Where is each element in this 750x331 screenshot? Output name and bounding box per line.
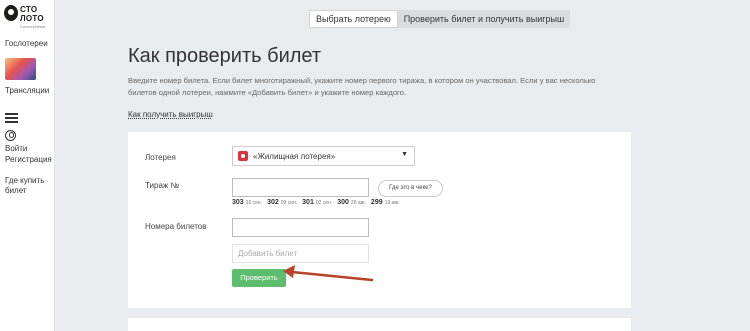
hamburger-menu-icon[interactable] — [5, 113, 18, 123]
register-link[interactable]: Регистрация — [5, 155, 52, 165]
secondary-card — [128, 318, 631, 331]
draw-label: Тираж № — [145, 181, 180, 190]
page-intro: Введите номер билета. Если билет многоти… — [128, 76, 596, 97]
lottery-label: Лотерея — [145, 153, 176, 162]
recent-draw-item[interactable]: 300 26 авг. — [337, 199, 366, 206]
sidebar: СТО ЛОТО Гослотерейный Гослотереи Трансл… — [0, 0, 55, 331]
logo-text-line2: ЛОТО — [20, 14, 44, 23]
logo-subtitle: Гослотерейный — [20, 25, 46, 29]
ticket-number-input[interactable] — [232, 218, 369, 237]
pointer-arrow-icon — [283, 265, 374, 282]
draw-number-input[interactable] — [232, 178, 369, 197]
broadcast-thumbnail[interactable] — [5, 58, 36, 80]
recent-draws: 303 16 сен. 302 09 сен. 301 02 сен. 300 26 а… — [232, 199, 400, 206]
where-to-buy-link[interactable]: Где купить — [5, 176, 44, 186]
recent-draw-item[interactable]: 301 02 сен. — [302, 199, 332, 206]
tab-check-ticket[interactable]: Проверить билет и получить выигрыш — [398, 10, 571, 28]
recent-draw-item[interactable]: 299 19 авг. — [371, 199, 400, 206]
housing-lottery-icon — [238, 151, 248, 161]
recent-draw-item[interactable]: 303 16 сен. — [232, 199, 262, 206]
logo-badge-icon — [4, 5, 18, 21]
add-ticket-input[interactable] — [232, 244, 369, 263]
ticket-numbers-label: Номера билетов — [145, 222, 207, 231]
lottery-select-value: «Жилищная лотерея» — [253, 152, 336, 161]
check-ticket-form: Лотерея «Жилищная лотерея» ▼ Тираж № Где… — [128, 132, 631, 308]
logo-text-line1: СТО — [20, 5, 38, 14]
sidebar-item-gosloterei[interactable]: Гослотереи — [5, 39, 48, 49]
how-to-get-winnings-link[interactable]: Как получить выигрыш — [128, 110, 213, 119]
chevron-down-icon: ▼ — [401, 151, 408, 158]
user-icon[interactable] — [5, 130, 16, 141]
login-link[interactable]: Войти — [5, 144, 27, 154]
recent-draw-item[interactable]: 302 09 сен. — [267, 199, 297, 206]
stoloto-logo[interactable]: СТО ЛОТО Гослотерейный — [4, 4, 50, 32]
tab-choose-lottery[interactable]: Выбрать лотерею — [309, 10, 398, 28]
where-to-buy-link-line2[interactable]: билет — [5, 186, 27, 196]
where-in-receipt-button[interactable]: Где это в чеке? — [378, 180, 443, 197]
sidebar-item-translyatsii[interactable]: Трансляции — [5, 86, 49, 96]
page-title: Как проверить билет — [128, 45, 322, 67]
lottery-select[interactable]: «Жилищная лотерея» ▼ — [232, 146, 415, 166]
top-tabs: Выбрать лотерею Проверить билет и получи… — [309, 10, 571, 28]
check-button[interactable]: Проверить — [232, 269, 286, 287]
